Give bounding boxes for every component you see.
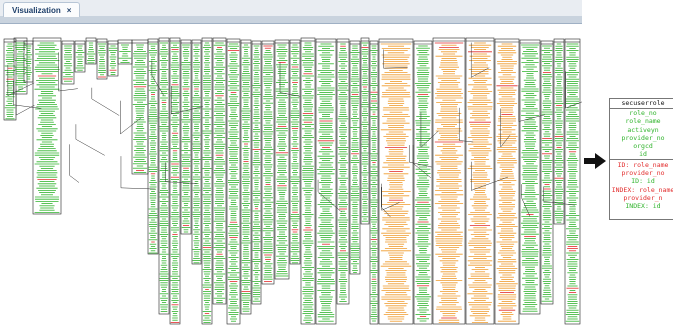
index-role-name: INDEX: role_name	[611, 185, 673, 194]
arrow-right-icon	[584, 153, 606, 169]
column-role-name: role_name	[625, 117, 661, 126]
column-role-no: role_no	[629, 109, 657, 117]
table-title: secuserrole	[610, 99, 673, 109]
tab-visualization[interactable]: Visualization ×	[3, 2, 81, 17]
index-id: INDEX: id	[625, 202, 661, 211]
index-id-id: ID: id	[631, 177, 655, 186]
tab-bar: Visualization ×	[0, 0, 582, 17]
column-orgcd: orgcd	[633, 142, 653, 151]
column-provider-no: provider_no	[621, 133, 665, 142]
column-activeyn: activeyn	[627, 125, 659, 134]
tab-label: Visualization	[12, 5, 61, 15]
close-icon[interactable]: ×	[67, 6, 72, 15]
column-id: id	[639, 150, 647, 159]
schema-canvas[interactable]	[0, 24, 582, 330]
index-id-role-name: ID: role_name	[617, 160, 669, 169]
schema-diagram	[3, 37, 582, 325]
index-provider-n: provider_n	[623, 193, 663, 202]
zoomed-table-card: secuserrole role_no role_name activeyn p…	[609, 98, 673, 220]
index-provider-no: provider_no	[621, 169, 665, 178]
